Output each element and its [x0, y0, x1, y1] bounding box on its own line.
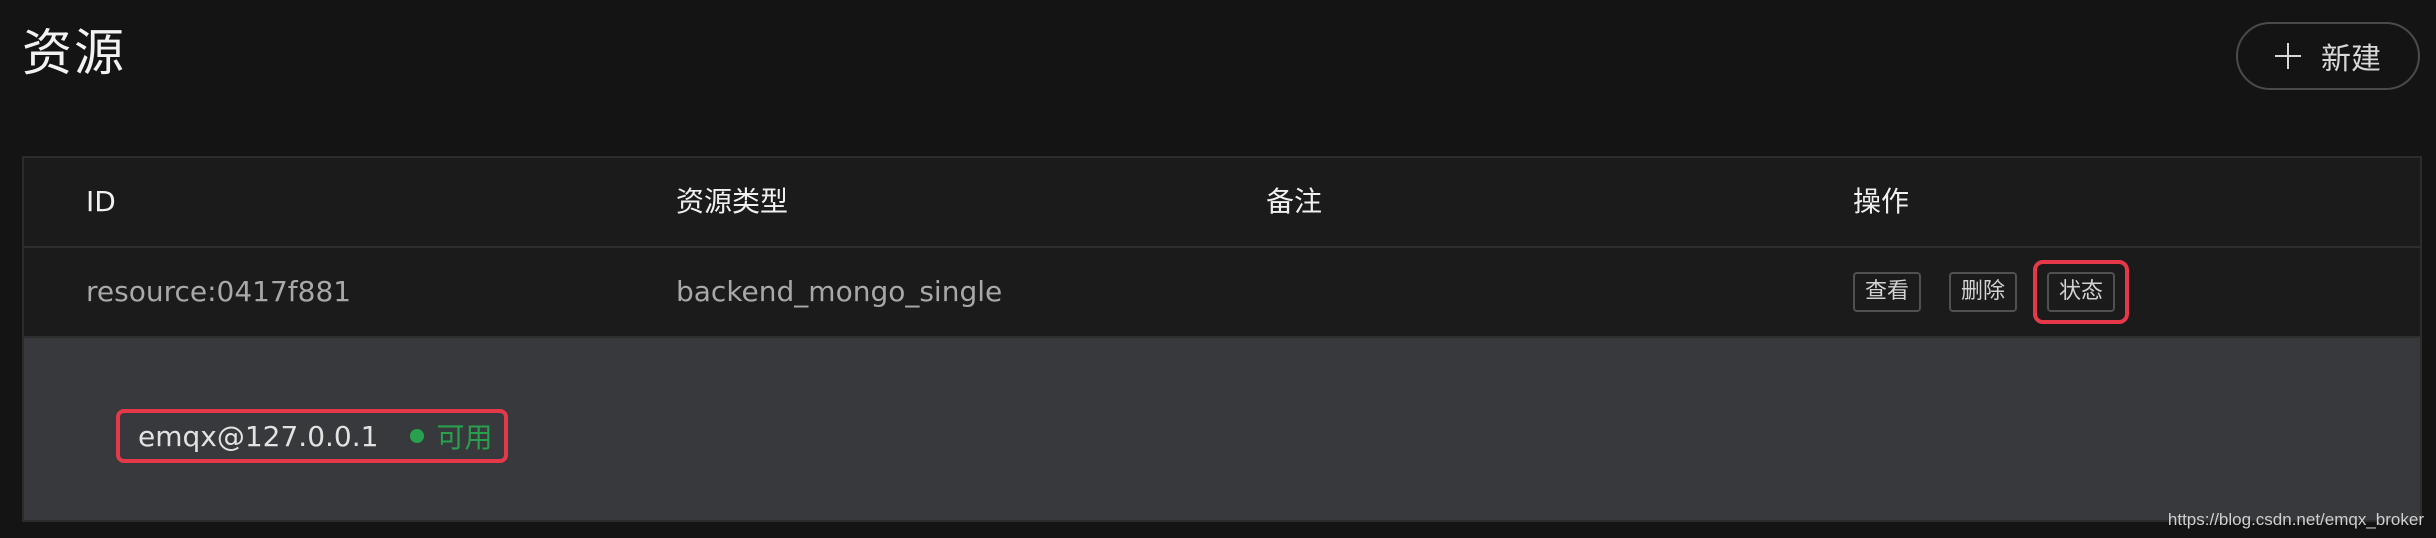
new-button-label: 新建	[2321, 42, 2381, 77]
resource-type-cell: backend_mongo_single	[676, 275, 1003, 308]
resources-page: 资源 新建 ID 资源类型 备注 操作 resource:0417f881 ba…	[0, 0, 2436, 538]
view-button[interactable]: 查看	[1853, 272, 1922, 312]
status-button[interactable]: 状态	[2047, 272, 2116, 312]
column-header-actions: 操作	[1853, 185, 1910, 218]
status-button-highlight: 状态	[2033, 260, 2130, 324]
delete-button[interactable]: 删除	[1949, 272, 2018, 312]
node-name: emqx@127.0.0.1	[138, 419, 379, 453]
new-resource-button[interactable]: 新建	[2236, 22, 2420, 90]
node-status-highlight: emqx@127.0.0.1 可用	[116, 409, 509, 463]
column-header-id: ID	[86, 185, 116, 218]
status-badge: 可用	[436, 421, 493, 454]
page-title: 资源	[22, 24, 126, 82]
watermark: https://blog.csdn.net/emqx_broker	[2167, 510, 2424, 529]
table-header: ID 资源类型 备注 操作	[24, 158, 2420, 248]
resources-table: ID 资源类型 备注 操作 resource:0417f881 backend_…	[22, 156, 2422, 522]
expanded-status-panel: emqx@127.0.0.1 可用	[24, 338, 2420, 520]
status-dot-icon	[410, 429, 425, 443]
table-row[interactable]: resource:0417f881 backend_mongo_single 查…	[24, 248, 2420, 338]
column-header-note: 备注	[1266, 185, 1323, 218]
plus-icon	[2275, 43, 2301, 69]
resource-id-cell: resource:0417f881	[86, 275, 352, 308]
actions-cell: 查看 删除 状态	[1853, 248, 2130, 336]
column-header-type: 资源类型	[676, 185, 789, 218]
